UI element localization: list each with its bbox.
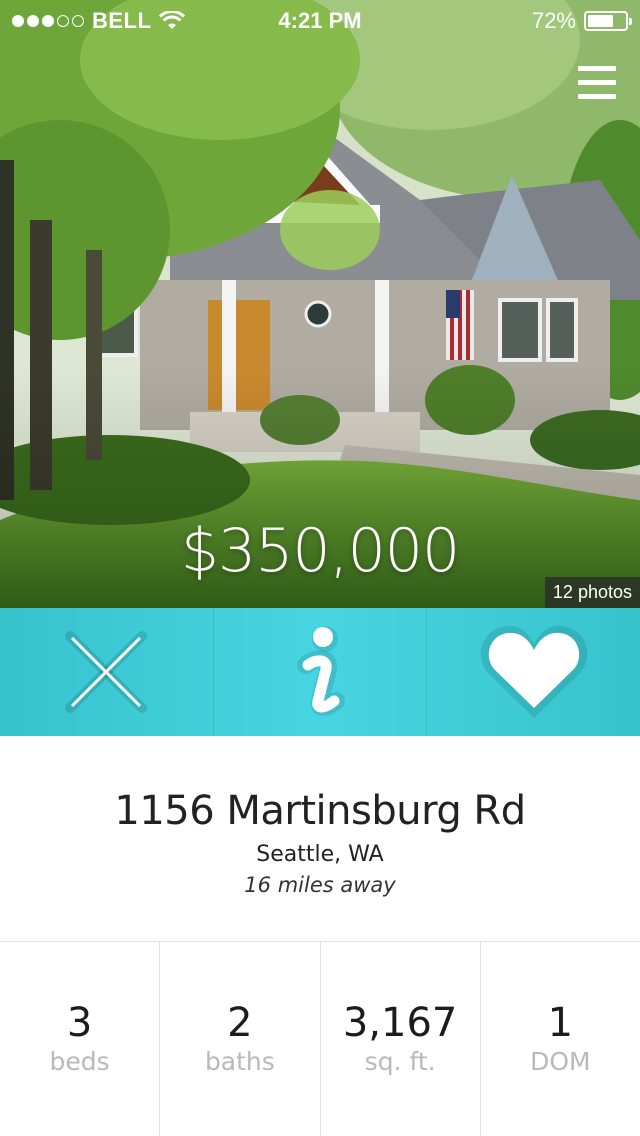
stats-row: 3 beds 2 baths 3,167 sq. ft. 1 DOM [0,941,640,1136]
battery-percent: 72% [531,8,576,33]
favorite-button[interactable] [426,608,640,736]
action-bar [0,608,640,736]
stat-label: DOM [530,1047,591,1076]
info-icon [297,626,345,716]
stat-baths: 2 baths [159,942,319,1136]
hamburger-icon [578,66,616,71]
distance: 16 miles away [244,873,396,897]
close-icon [65,631,148,713]
menu-button[interactable] [574,62,620,104]
status-bar: BELL 4:21 PM 72% [0,0,640,40]
city-state: Seattle, WA [256,842,384,867]
address-section: 1156 Martinsburg Rd Seattle, WA 16 miles… [0,736,640,941]
stat-label: sq. ft. [364,1047,436,1076]
stat-sqft: 3,167 sq. ft. [319,942,480,1136]
info-button[interactable] [212,608,427,736]
photo-count-badge[interactable]: 12 photos [544,577,640,608]
heart-icon [480,625,587,718]
stat-label: baths [204,1047,275,1076]
dismiss-button[interactable] [0,608,213,736]
stat-dom: 1 DOM [479,942,640,1136]
status-right: 72% [531,8,632,34]
listing-price: $350,000 [180,516,460,586]
stat-beds: 3 beds [0,942,159,1136]
battery-icon [584,11,632,31]
street-address: 1156 Martinsburg Rd [114,788,526,834]
stat-label: beds [49,1047,110,1076]
stat-value: 3,167 [342,1000,458,1046]
stat-value: 2 [227,1000,253,1046]
stat-value: 1 [547,1000,574,1046]
stat-value: 3 [66,1000,93,1046]
battery-fill [588,15,613,27]
